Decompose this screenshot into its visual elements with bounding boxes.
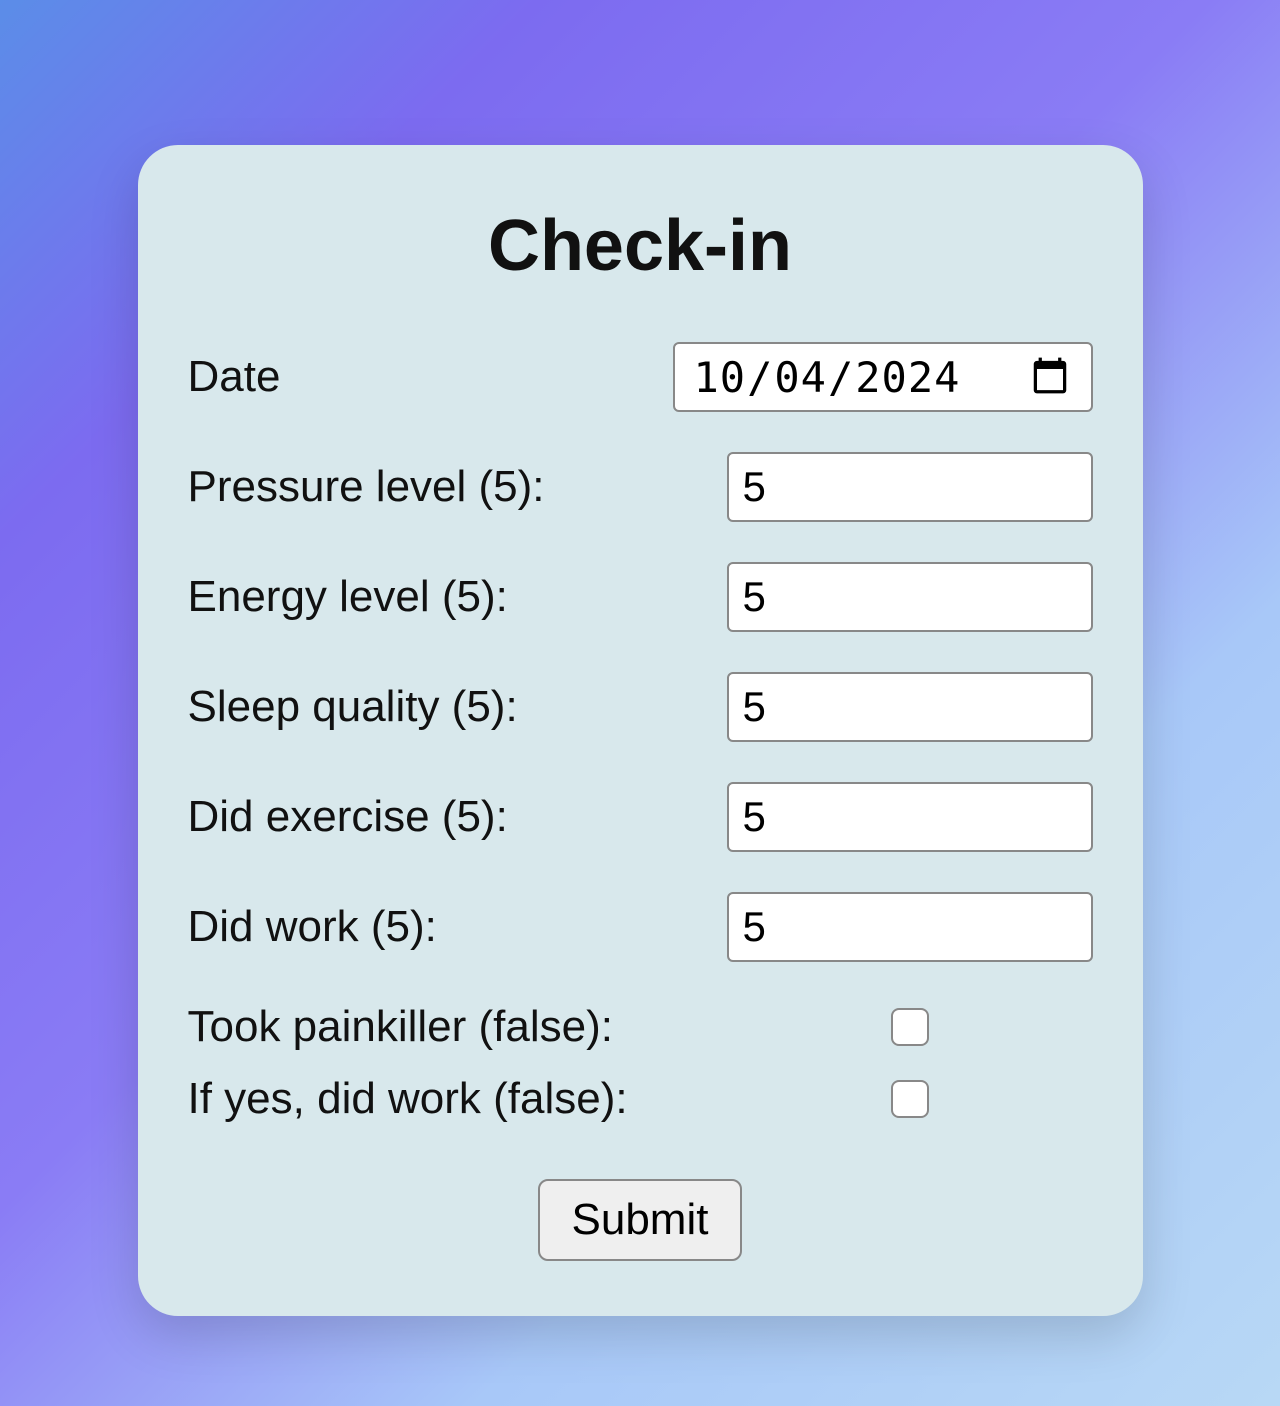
row-painkiller-worked: If yes, did work (false):: [188, 1074, 1093, 1124]
card-title: Check-in: [188, 205, 1093, 287]
energy-label: Energy level (5):: [188, 572, 727, 622]
row-exercise: Did exercise (5):: [188, 782, 1093, 852]
submit-button[interactable]: Submit: [538, 1179, 743, 1261]
checkin-card: Check-in Date Pressure level (5): Energy…: [138, 145, 1143, 1316]
sleep-label: Sleep quality (5):: [188, 682, 727, 732]
painkiller-checkbox[interactable]: [891, 1008, 929, 1046]
painkiller-worked-checkbox[interactable]: [891, 1080, 929, 1118]
row-painkiller: Took painkiller (false):: [188, 1002, 1093, 1052]
exercise-input[interactable]: [727, 782, 1093, 852]
row-work: Did work (5):: [188, 892, 1093, 962]
submit-row: Submit: [188, 1179, 1093, 1261]
row-date: Date: [188, 342, 1093, 412]
sleep-input[interactable]: [727, 672, 1093, 742]
row-energy: Energy level (5):: [188, 562, 1093, 632]
exercise-label: Did exercise (5):: [188, 792, 727, 842]
work-label: Did work (5):: [188, 902, 727, 952]
date-label: Date: [188, 352, 673, 402]
date-input[interactable]: [673, 342, 1093, 412]
row-sleep: Sleep quality (5):: [188, 672, 1093, 742]
painkiller-checkbox-wrap: [727, 1008, 1093, 1046]
painkiller-worked-label: If yes, did work (false):: [188, 1074, 727, 1124]
painkiller-label: Took painkiller (false):: [188, 1002, 727, 1052]
row-pressure: Pressure level (5):: [188, 452, 1093, 522]
painkiller-worked-checkbox-wrap: [727, 1080, 1093, 1118]
work-input[interactable]: [727, 892, 1093, 962]
pressure-label: Pressure level (5):: [188, 462, 727, 512]
energy-input[interactable]: [727, 562, 1093, 632]
pressure-input[interactable]: [727, 452, 1093, 522]
